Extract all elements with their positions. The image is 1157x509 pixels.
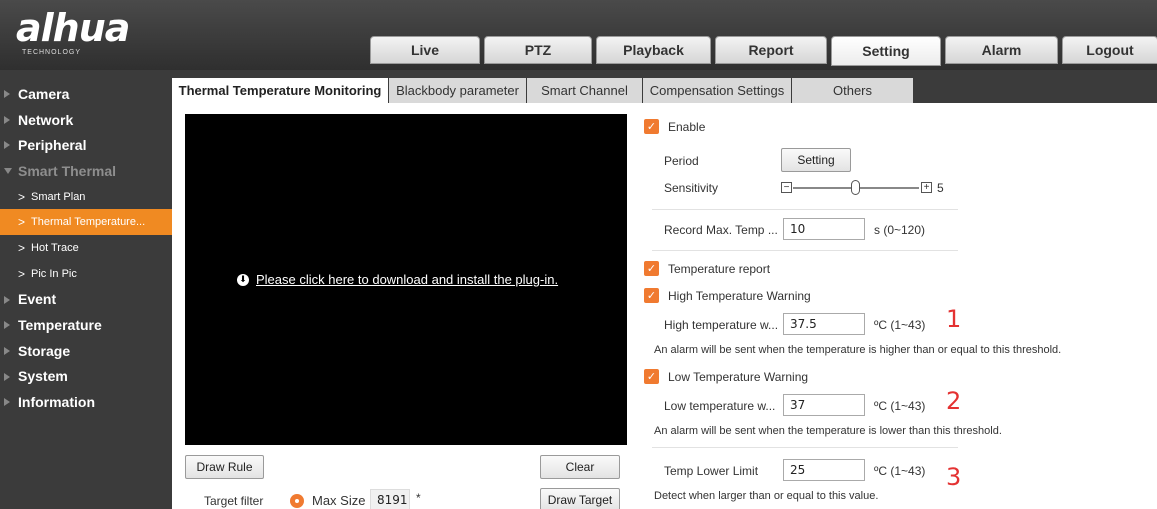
sidebar-item-smart-thermal[interactable]: Smart Thermal: [0, 158, 172, 184]
plus-icon[interactable]: +: [921, 182, 932, 193]
expand-arrow-icon: [4, 372, 10, 381]
settings-content: ⬇ Please click here to download and inst…: [172, 103, 1157, 509]
settings-sidebar: Camera Network Peripheral Smart Thermal …: [0, 70, 172, 509]
target-filter-label: Target filter: [204, 494, 264, 508]
sidebar-item-storage[interactable]: Storage: [0, 338, 172, 364]
sensitivity-label: Sensitivity: [664, 181, 719, 195]
period-setting-button[interactable]: Setting: [781, 148, 851, 172]
nav-tab-alarm[interactable]: Alarm: [945, 36, 1058, 64]
nav-tab-live[interactable]: Live: [370, 36, 480, 64]
draw-rule-button[interactable]: Draw Rule: [185, 455, 264, 479]
temperature-report-checkbox[interactable]: ✓: [644, 261, 659, 276]
plugin-download-link[interactable]: ⬇ Please click here to download and inst…: [237, 272, 558, 287]
low-temp-note: An alarm will be sent when the temperatu…: [654, 425, 1002, 437]
chevron-right-icon: >: [18, 240, 26, 255]
low-temp-warning-label: Low Temperature Warning: [668, 370, 809, 384]
nav-tab-ptz[interactable]: PTZ: [484, 36, 592, 64]
record-max-temp-range: s (0~120): [874, 223, 926, 237]
top-header: alhua TECHNOLOGY Live PTZ Playback Repor…: [0, 0, 1157, 70]
brand-logo: alhua: [16, 6, 130, 50]
low-temp-field[interactable]: 37: [783, 394, 865, 416]
sidebar-item-system[interactable]: System: [0, 364, 172, 390]
annotation-2: 2: [946, 387, 962, 415]
tab-compensation[interactable]: Compensation Settings: [643, 78, 792, 103]
temperature-report-label: Temperature report: [668, 262, 771, 276]
annotation-1: 1: [946, 305, 962, 333]
sidebar-item-information[interactable]: Information: [0, 389, 172, 415]
high-temp-unit: ºC (1~43): [874, 318, 926, 332]
sidebar-subitem-smart-plan[interactable]: > Smart Plan: [0, 184, 172, 210]
chevron-right-icon: >: [18, 189, 26, 204]
sidebar-item-peripheral[interactable]: Peripheral: [0, 132, 172, 158]
high-temp-warning-label: High Temperature Warning: [668, 289, 811, 303]
tab-thermal-monitoring[interactable]: Thermal Temperature Monitoring: [172, 78, 389, 103]
sidebar-subitem-thermal-temperature[interactable]: > Thermal Temperature...: [0, 209, 172, 236]
temp-lower-limit-label: Temp Lower Limit: [664, 464, 759, 478]
expand-arrow-icon: [4, 115, 10, 124]
low-temp-label: Low temperature w...: [664, 399, 776, 413]
expand-arrow-icon: [4, 90, 10, 98]
brand-tagline: TECHNOLOGY: [22, 49, 82, 56]
max-size-radio[interactable]: [290, 494, 304, 508]
nav-tab-playback[interactable]: Playback: [596, 36, 711, 64]
sensitivity-value: 5: [937, 181, 944, 195]
enable-checkbox[interactable]: ✓: [644, 119, 659, 134]
chevron-right-icon: >: [18, 215, 26, 230]
tab-blackbody[interactable]: Blackbody parameter: [389, 78, 527, 103]
divider: [652, 447, 958, 448]
expand-arrow-icon: [4, 141, 10, 150]
high-temp-note: An alarm will be sent when the temperatu…: [654, 344, 1062, 356]
temp-lower-limit-field[interactable]: 25: [783, 459, 865, 481]
low-temp-warning-checkbox[interactable]: ✓: [644, 369, 659, 384]
record-max-temp-field[interactable]: 10: [783, 218, 865, 240]
expand-arrow-icon: [4, 398, 10, 407]
max-size-label: Max Size: [312, 493, 366, 508]
clear-button[interactable]: Clear: [540, 455, 620, 479]
sidebar-subitem-hot-trace[interactable]: > Hot Trace: [0, 235, 172, 261]
record-max-temp-label: Record Max. Temp ...: [664, 223, 778, 237]
nav-tab-logout[interactable]: Logout: [1062, 36, 1157, 64]
sensitivity-slider-handle[interactable]: [851, 180, 860, 195]
tab-smart-channel[interactable]: Smart Channel: [527, 78, 643, 103]
temp-lower-limit-unit: ºC (1~43): [874, 464, 926, 478]
divider: [652, 250, 958, 251]
settings-subtabs: Thermal Temperature Monitoring Blackbody…: [172, 78, 914, 103]
temp-lower-limit-note: Detect when larger than or equal to this…: [654, 490, 879, 502]
expand-arrow-icon: [4, 346, 10, 355]
sidebar-item-network[interactable]: Network: [0, 107, 172, 133]
low-temp-unit: ºC (1~43): [874, 399, 926, 413]
collapse-arrow-icon: [4, 168, 12, 175]
period-label: Period: [664, 154, 699, 168]
expand-arrow-icon: [4, 295, 10, 304]
required-asterisk: *: [416, 491, 421, 505]
divider: [652, 209, 958, 210]
high-temp-warning-checkbox[interactable]: ✓: [644, 288, 659, 303]
video-preview[interactable]: ⬇ Please click here to download and inst…: [185, 114, 627, 445]
max-size-field[interactable]: 8191: [370, 489, 410, 509]
expand-arrow-icon: [4, 321, 10, 330]
sidebar-subitem-pic-in-pic[interactable]: > Pic In Pic: [0, 261, 172, 287]
draw-target-button[interactable]: Draw Target: [540, 488, 620, 509]
minus-icon[interactable]: −: [781, 182, 792, 193]
sidebar-item-temperature[interactable]: Temperature: [0, 312, 172, 338]
sidebar-item-camera[interactable]: Camera: [0, 81, 172, 107]
download-icon: ⬇: [237, 273, 249, 286]
main-nav: Live PTZ Playback Report Setting Alarm L…: [370, 36, 1157, 66]
enable-label: Enable: [668, 120, 706, 134]
high-temp-label: High temperature w...: [664, 318, 779, 332]
nav-tab-setting[interactable]: Setting: [831, 36, 941, 66]
nav-tab-report[interactable]: Report: [715, 36, 827, 64]
sidebar-item-event[interactable]: Event: [0, 287, 172, 313]
annotation-3: 3: [946, 463, 962, 491]
high-temp-field[interactable]: 37.5: [783, 313, 865, 335]
chevron-right-icon: >: [18, 266, 26, 281]
tab-others[interactable]: Others: [792, 78, 914, 103]
